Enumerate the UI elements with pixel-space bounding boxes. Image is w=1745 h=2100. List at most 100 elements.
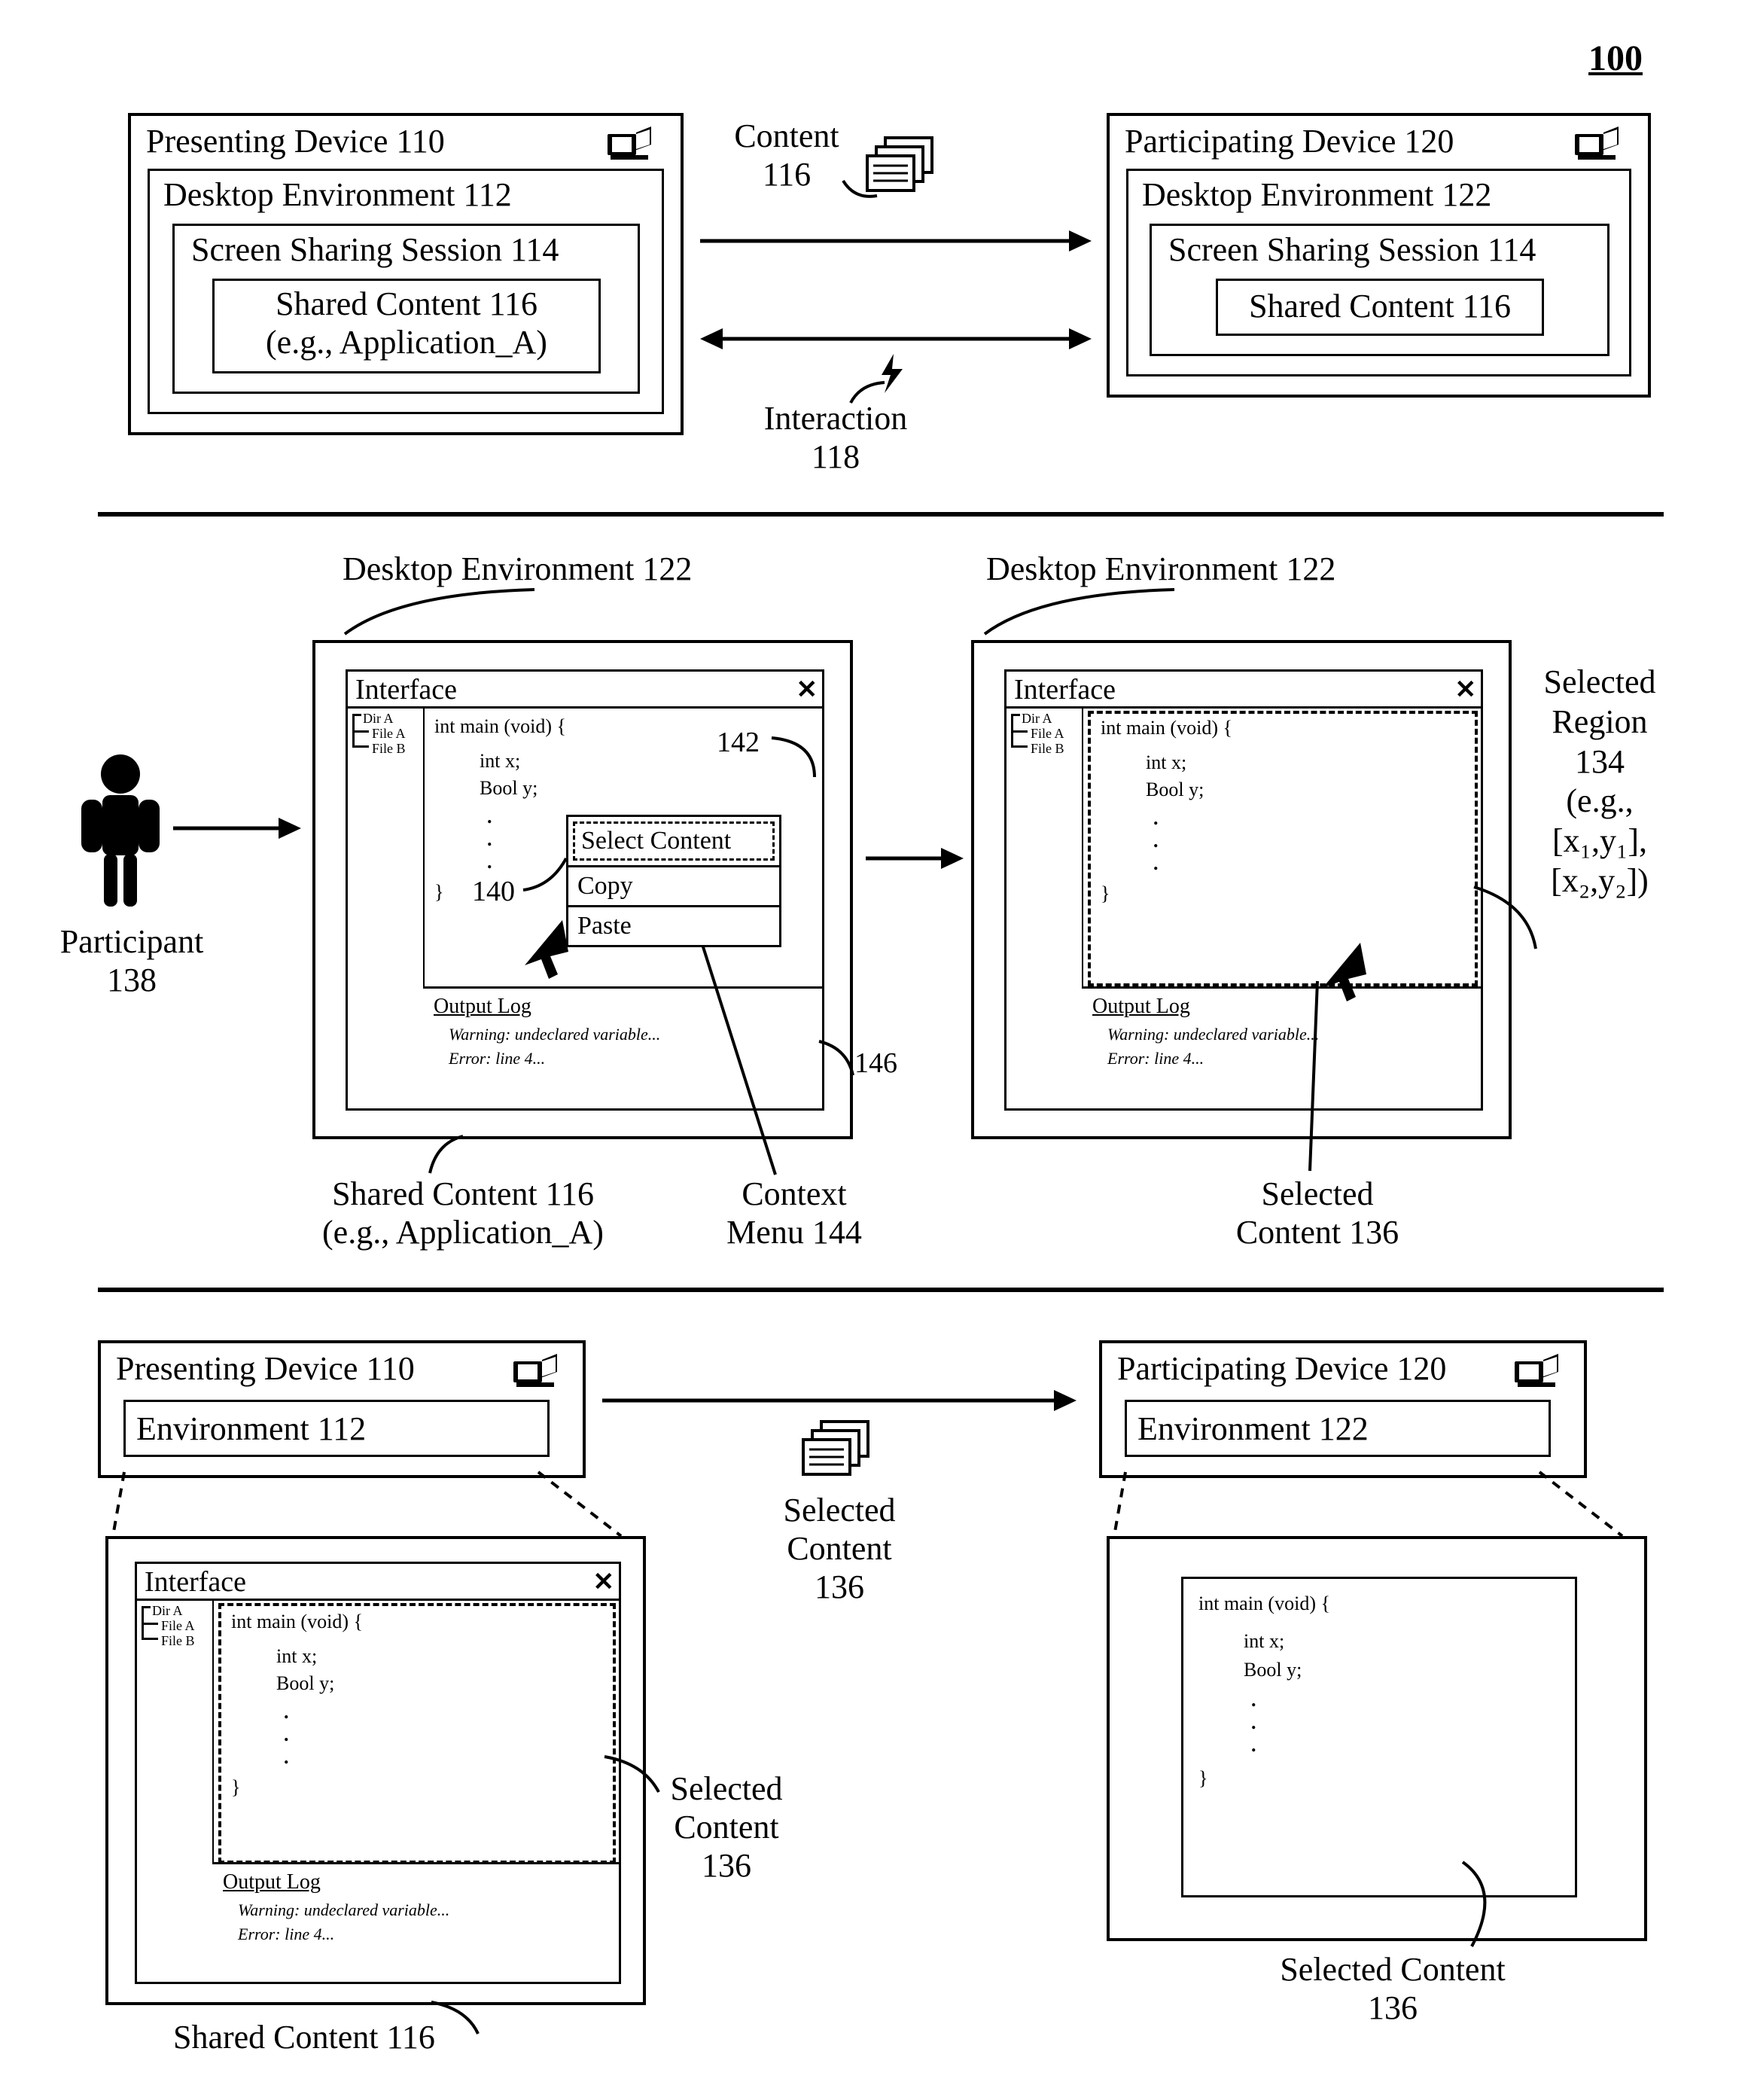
presenting-device-title: Presenting Device 110 [146, 122, 445, 160]
tree-file-b[interactable]: File B [372, 741, 406, 757]
env-112-bottom-label: Environment 112 [136, 1410, 366, 1448]
tree-line [352, 730, 369, 733]
interface-window-bottom: Interface ✕ Dir A File A File B int main… [135, 1562, 621, 1984]
code-area: int main (void) { int x; Bool y; ... } [1101, 717, 1462, 980]
person-icon [75, 753, 166, 911]
content-label: Content116 [723, 117, 851, 194]
tree-line [352, 714, 361, 716]
selected-content-window-bottom: int main (void) { int x; Bool y; ... } [1107, 1536, 1647, 1941]
callout-curve [425, 1134, 478, 1179]
titlebar: Interface ✕ [137, 1564, 619, 1601]
shared-content-label2: (e.g., Application_A) [215, 323, 598, 361]
callout-line [1272, 979, 1348, 1175]
interface-title: Interface [145, 1565, 246, 1599]
file-tree[interactable]: Dir A File A File B [137, 1599, 214, 1862]
code-line: int x; [480, 750, 811, 773]
output-error: Error: line 4... [238, 1925, 608, 1944]
file-tree[interactable]: Dir A File A File B [1006, 706, 1083, 986]
session-114-label: Screen Sharing Session 114 [191, 230, 559, 269]
code-only-box: int main (void) { int x; Bool y; ... } [1181, 1577, 1577, 1897]
context-menu[interactable]: Select Content Copy Paste [566, 815, 781, 947]
callout-curve [1460, 1860, 1521, 1950]
interface-title: Interface [355, 673, 457, 706]
tree-file-b[interactable]: File B [1031, 741, 1064, 757]
close-icon[interactable]: ✕ [796, 675, 818, 705]
menu-item-copy[interactable]: Copy [568, 865, 779, 905]
tree-file-a[interactable]: File A [161, 1618, 195, 1634]
shared-content-116-box: Shared Content 116 (e.g., Application_A) [212, 279, 601, 373]
ref-142: 142 [717, 726, 760, 759]
participating-device-bottom: Participating Device 120 Environment 122 [1099, 1340, 1587, 1478]
env-122-bottom-label: Environment 122 [1137, 1410, 1369, 1448]
selected-content-right-label: Selected Content136 [1265, 1950, 1521, 2027]
shared-content-label1: Shared Content 116 [215, 285, 598, 323]
menu-item-paste[interactable]: Paste [568, 905, 779, 945]
document-stack-icon [794, 1416, 885, 1487]
code-line: Bool y; [1146, 779, 1462, 801]
selected-content-left-label: SelectedContent136 [651, 1769, 802, 1885]
arrow-mid-right [866, 843, 964, 873]
tree-file-a[interactable]: File A [372, 726, 406, 742]
device-icon [507, 1345, 568, 1394]
arrow-content-right [700, 226, 1092, 256]
session-114-box: Screen Sharing Session 114 Shared Conten… [172, 224, 640, 394]
presenting-title-bottom: Presenting Device 110 [116, 1349, 415, 1388]
code-area: int main (void) { int x; Bool y; ... } [1198, 1593, 1330, 1790]
arrow-interaction [700, 324, 1092, 354]
close-icon[interactable]: ✕ [593, 1567, 615, 1597]
tree-line [1011, 714, 1020, 716]
divider-1 [98, 512, 1664, 517]
titlebar: Interface ✕ [348, 672, 822, 709]
code-area: int main (void) { int x; Bool y; ... } [231, 1611, 592, 1799]
tree-line [142, 1606, 151, 1608]
tree-line [352, 745, 369, 748]
desktop-env-112: Desktop Environment 112 Screen Sharing S… [148, 169, 664, 414]
tree-dir[interactable]: Dir A [152, 1603, 183, 1619]
presenting-device-box: Presenting Device 110 Desktop Environmen… [128, 113, 684, 435]
desktop-window-right: Interface ✕ Dir A File A File B int main… [971, 640, 1512, 1139]
output-log: Output Log Warning: undeclared variable.… [212, 1862, 619, 1950]
arrow-participant [173, 813, 301, 843]
tree-line [1011, 730, 1028, 733]
dashed-lines [1110, 1472, 1637, 1540]
tree-file-b[interactable]: File B [161, 1633, 195, 1649]
code-line: } [1198, 1767, 1330, 1790]
menu-item-select[interactable]: Select Content [573, 821, 775, 861]
cursor-icon [1323, 943, 1375, 1003]
tree-dir[interactable]: Dir A [1022, 711, 1052, 727]
tree-line [142, 1638, 158, 1640]
selected-content-mid-label: SelectedContent136 [764, 1491, 915, 1606]
code-line: int x; [1244, 1630, 1330, 1653]
dots: ... [284, 1701, 592, 1769]
arrow-bottom [602, 1385, 1077, 1416]
device-icon [1509, 1345, 1569, 1394]
callout-curve [979, 587, 1220, 640]
participating-device-box: Participating Device 120 Desktop Environ… [1107, 113, 1651, 398]
cursor-icon [525, 920, 577, 980]
tree-line [142, 1623, 158, 1625]
interface-window-right: Interface ✕ Dir A File A File B int main… [1004, 669, 1483, 1111]
code-line: int main (void) { [1101, 717, 1462, 739]
participant-label: Participant138 [53, 922, 211, 999]
callout-curve [602, 1754, 670, 1800]
code-line: Bool y; [1244, 1659, 1330, 1681]
ref-140: 140 [472, 875, 515, 908]
tree-dir[interactable]: Dir A [363, 711, 394, 727]
dots: ... [1153, 807, 1462, 875]
tree-line [1011, 745, 1028, 748]
code-line: int x; [1146, 751, 1462, 774]
file-tree[interactable]: Dir A File A File B [348, 706, 425, 986]
env-112-label: Desktop Environment 112 [163, 175, 512, 214]
code-line: } [1101, 882, 1462, 905]
callout-curve [839, 177, 885, 207]
tree-file-a[interactable]: File A [1031, 726, 1064, 742]
close-icon[interactable]: ✕ [1455, 675, 1477, 705]
code-line: int main (void) { [231, 1611, 592, 1633]
selected-region-label: Selected Region 134 (e.g., [x₁,y₁], [x₂,… [1524, 663, 1675, 901]
code-line: int main (void) { [1198, 1593, 1330, 1615]
session-label: Screen Sharing Session 114 [1168, 230, 1536, 269]
code-line: Bool y; [480, 777, 811, 800]
desktop-env-122-top: Desktop Environment 122 Screen Sharing S… [1126, 169, 1631, 376]
env-left-label: Desktop Environment 122 [343, 550, 692, 588]
output-title: Output Log [223, 1870, 608, 1894]
